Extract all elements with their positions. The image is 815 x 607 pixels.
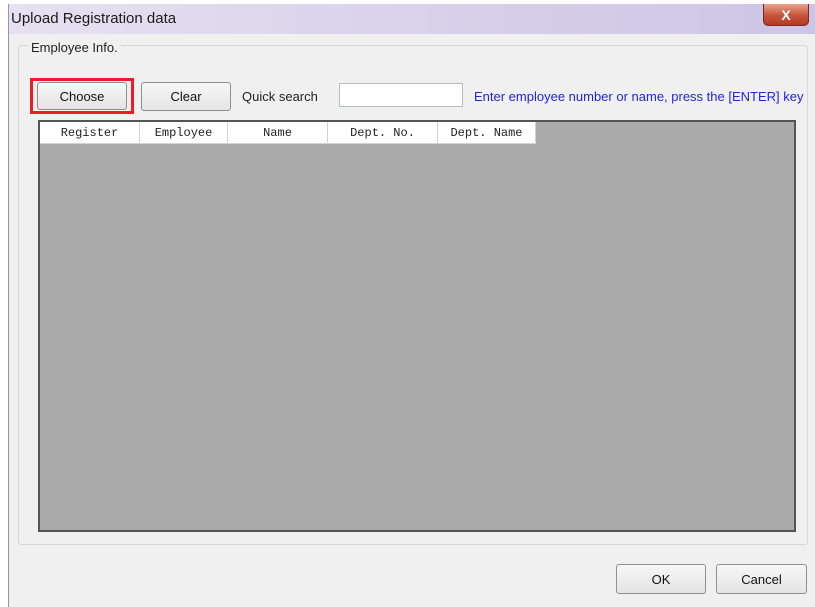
- ok-button[interactable]: OK: [616, 564, 706, 594]
- grid-header: Register Employee Name Dept. No. Dept. N…: [40, 122, 536, 144]
- window-title: Upload Registration data: [11, 10, 177, 27]
- cancel-button[interactable]: Cancel: [716, 564, 807, 594]
- quick-search-input[interactable]: [339, 83, 463, 107]
- quick-search-label: Quick search: [242, 89, 318, 104]
- clear-button[interactable]: Clear: [141, 82, 231, 111]
- column-header-register[interactable]: Register: [40, 122, 140, 144]
- close-icon: X: [781, 6, 791, 23]
- choose-button[interactable]: Choose: [37, 82, 127, 110]
- column-header-name[interactable]: Name: [228, 122, 328, 144]
- group-label: Employee Info.: [28, 40, 121, 55]
- column-header-employee[interactable]: Employee: [140, 122, 228, 144]
- search-hint: Enter employee number or name, press the…: [474, 89, 804, 104]
- column-header-dept-no[interactable]: Dept. No.: [328, 122, 438, 144]
- employee-grid[interactable]: Register Employee Name Dept. No. Dept. N…: [38, 120, 796, 532]
- title-bar[interactable]: Upload Registration data X: [9, 4, 815, 34]
- column-header-dept-name[interactable]: Dept. Name: [438, 122, 536, 144]
- close-button[interactable]: X: [763, 4, 809, 26]
